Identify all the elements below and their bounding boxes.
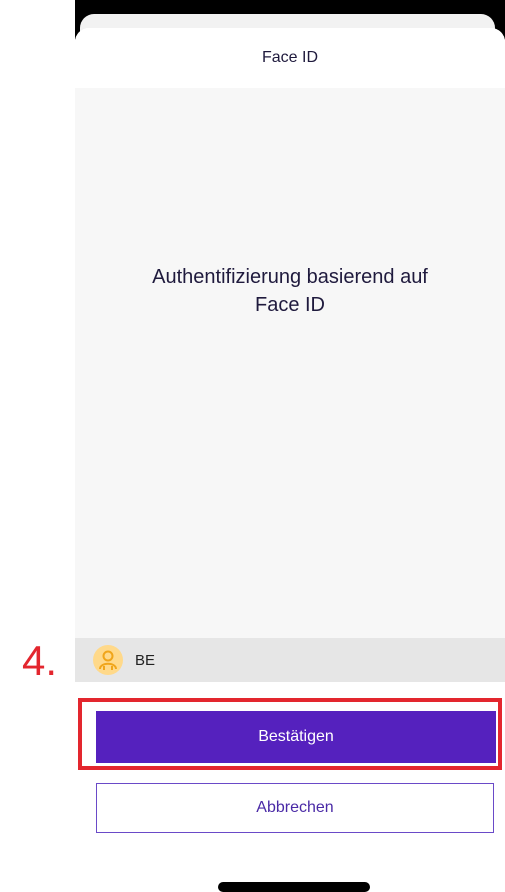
cancel-button[interactable]: Abbrechen — [96, 783, 494, 833]
confirm-button[interactable]: Bestätigen — [96, 711, 496, 763]
home-indicator — [218, 882, 370, 892]
sheet-header: Face ID — [75, 28, 505, 88]
face-id-sheet: Face ID Authentifizierung basierend auf … — [75, 28, 505, 708]
account-label: BE — [135, 651, 156, 669]
step-number-annotation: 4. — [22, 637, 58, 684]
account-bar: BE — [75, 638, 505, 682]
auth-content: Authentifizierung basierend auf Face ID — [75, 88, 505, 638]
sheet-title: Face ID — [261, 49, 318, 66]
user-icon — [93, 645, 123, 675]
auth-message: Authentifizierung basierend auf Face ID — [152, 266, 428, 316]
